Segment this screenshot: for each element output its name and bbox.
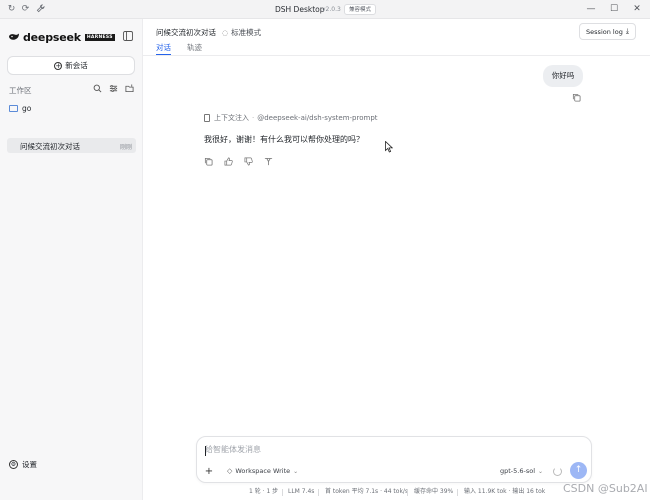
thumbs-down-icon[interactable] (243, 157, 253, 167)
send-button[interactable]: ↑ (570, 462, 587, 479)
status-cache: 缓存命中 39% (414, 488, 454, 495)
thumbs-up-icon[interactable] (223, 157, 233, 167)
harness-badge: HARNESS (84, 33, 115, 41)
tab-conversation[interactable]: 对话 (156, 42, 171, 55)
chat-list-item[interactable]: 问候交流初次对话 刚刚 (7, 138, 136, 153)
conversation-title: 问候交流初次对话 (156, 28, 216, 37)
workspace-mode-label: Workspace Write (235, 467, 291, 475)
settings-label: 设置 (22, 460, 37, 469)
search-icon[interactable] (92, 84, 102, 94)
shield-icon: ◇ (227, 467, 233, 475)
workspace-label: 工作区 (9, 86, 32, 95)
status-divider (457, 489, 458, 496)
mouse-cursor-icon (385, 141, 393, 153)
context-source: @deepseek-ai/dsh-system-prompt (257, 114, 378, 122)
download-icon: ⤓ (625, 27, 629, 35)
minimize-button[interactable]: — (584, 2, 598, 16)
status-divider (318, 489, 319, 496)
copy-icon[interactable] (572, 93, 581, 102)
folder-name: go (22, 104, 32, 113)
branch-icon[interactable] (263, 157, 273, 167)
gear-icon: ⚙ (9, 460, 18, 469)
mode-selector[interactable]: ◌ 标准模式 (222, 27, 261, 38)
watermark: CSDN @Sub2AI (563, 482, 648, 495)
context-injection-row[interactable]: 上下文注入 · @deepseek-ai/dsh-system-prompt (204, 113, 378, 123)
text-caret (205, 446, 206, 456)
separator-dot: · (252, 114, 255, 122)
model-selector[interactable]: gpt-5.6-sol ⌄ (500, 467, 543, 475)
window-title: DSH Desktop (275, 5, 325, 14)
maximize-button[interactable]: ☐ (607, 2, 621, 16)
settings-button[interactable]: ⚙ 设置 (9, 459, 37, 470)
loading-spinner-icon (553, 467, 562, 476)
message-input[interactable] (205, 445, 585, 454)
message-actions (203, 157, 273, 167)
model-label: gpt-5.6-sol (500, 467, 535, 475)
chat-item-title: 问候交流初次对话 (20, 142, 80, 151)
version-label: v2.0.3 (322, 6, 341, 13)
wrench-icon[interactable] (35, 4, 46, 15)
workspace-mode-selector[interactable]: ◇ Workspace Write ⌄ (227, 467, 298, 475)
sidebar: deepseek HARNESS + 新会话 工作区 go 问候交流初次对话 刚… (0, 19, 143, 500)
close-button[interactable]: ✕ (630, 2, 644, 16)
lightbulb-icon: ◌ (222, 28, 229, 37)
chat-header: 问候交流初次对话 ◌ 标准模式 对话 轨迹 Session log ⤓ (143, 19, 650, 56)
filter-icon[interactable] (108, 84, 118, 94)
chat-item-time: 刚刚 (119, 144, 132, 151)
sidebar-toggle-icon[interactable] (123, 31, 133, 41)
new-chat-button[interactable]: + 新会话 (7, 56, 135, 75)
new-folder-icon[interactable] (124, 84, 134, 94)
title-bar: ↻ ⟳ DSH Desktop v2.0.3 兼容模式 — ☐ ✕ (0, 0, 650, 19)
session-log-button[interactable]: Session log ⤓ (579, 23, 636, 40)
session-log-label: Session log (586, 27, 623, 36)
document-icon (204, 114, 210, 122)
plus-circle-icon: + (54, 61, 63, 70)
status-llm-time: LLM 7.4s (288, 488, 315, 495)
logo-text: deepseek (23, 30, 81, 44)
reload-icon[interactable]: ⟳ (20, 4, 31, 15)
assistant-message: 我很好，谢谢！有什么我可以帮你处理的吗？ (204, 135, 364, 144)
chevron-down-icon: ⌄ (293, 467, 299, 475)
status-divider (282, 489, 283, 496)
folder-icon (9, 105, 18, 112)
refresh-icon[interactable]: ↻ (6, 4, 17, 15)
add-attachment-button[interactable]: + (204, 467, 214, 477)
user-message-bubble: 你好吗 (543, 65, 583, 87)
tab-trajectory[interactable]: 轨迹 (187, 42, 202, 55)
whale-icon (9, 33, 19, 40)
new-chat-label: 新会话 (65, 61, 88, 70)
mode-label: 标准模式 (231, 28, 262, 37)
logo: deepseek HARNESS (8, 30, 115, 44)
status-turns: 1 轮 · 1 步 (249, 488, 279, 495)
copy-icon[interactable] (203, 157, 213, 167)
compat-mode-badge: 兼容模式 (344, 4, 377, 15)
status-io-tokens: 输入 11.9K tok · 输出 16 tok (464, 488, 546, 495)
folder-go[interactable]: go (9, 104, 31, 113)
message-composer: + ◇ Workspace Write ⌄ gpt-5.6-sol ⌄ ↑ (196, 436, 592, 483)
status-divider (407, 489, 408, 496)
context-label: 上下文注入 (214, 114, 249, 122)
chevron-down-icon: ⌄ (538, 467, 544, 475)
status-token-speed: 首 token 平均 7.1s · 44 tok/s (325, 488, 409, 495)
